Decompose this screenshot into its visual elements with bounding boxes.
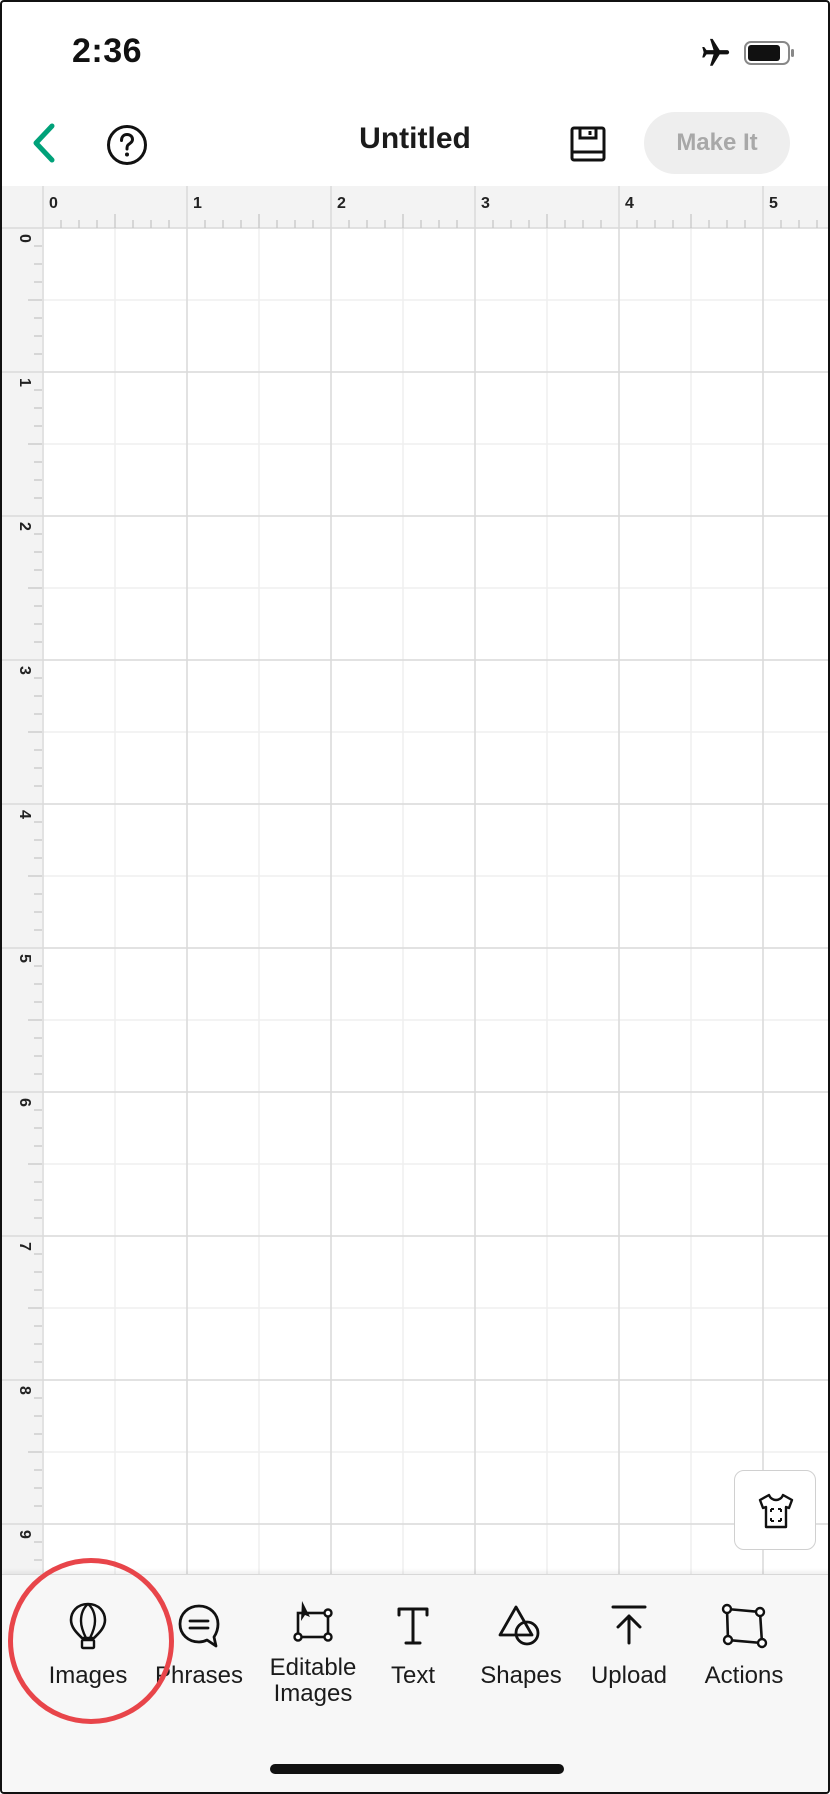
make-it-button[interactable]: Make It	[644, 112, 790, 174]
ruler-x-label: 1	[193, 195, 202, 212]
text-t-icon	[397, 1607, 429, 1645]
toolbar-editable-images-button[interactable]: Editable Images	[254, 1597, 372, 1727]
ruler-y-label: 4	[16, 810, 33, 819]
status-bar: 2:36	[2, 2, 828, 102]
ruler-y-label: 5	[16, 954, 33, 963]
save-floppy-icon[interactable]	[570, 126, 606, 162]
vertical-ruler	[2, 186, 42, 1574]
ruler-y-label: 1	[16, 378, 33, 387]
product-preview-button[interactable]	[734, 1470, 816, 1550]
horizontal-ruler	[2, 186, 828, 228]
ruler-y-label: 6	[16, 1098, 33, 1107]
ruler-x-label: 0	[49, 195, 58, 212]
top-bar: Untitled Make It	[2, 102, 828, 186]
app-frame: 2:36 Untitled Make It 0 1 2 3 4 5 0 1 2 3 4 5 6 7 8…	[0, 0, 830, 1794]
toolbar-upload-button[interactable]: Upload	[580, 1601, 678, 1731]
ruler-y-label: 7	[16, 1242, 33, 1251]
images-highlight-circle	[8, 1558, 174, 1724]
tshirt-icon	[758, 1493, 794, 1529]
ruler-x-label: 3	[481, 195, 490, 212]
ruler-y-label: 9	[16, 1530, 33, 1539]
ruler-x-label: 5	[769, 195, 778, 212]
toolbar-label-upload: Upload	[590, 1662, 668, 1689]
speech-bubble-icon	[178, 1604, 220, 1648]
canvas-grid: 0 1 2 3 4 5 0 1 2 3 4 5 6 7 8 9	[2, 186, 828, 1574]
toolbar-shapes-button[interactable]: Shapes	[468, 1601, 574, 1731]
toolbar-label-editable-images: Editable Images	[254, 1655, 372, 1707]
status-time: 2:36	[72, 32, 143, 70]
home-indicator[interactable]	[270, 1764, 564, 1774]
toolbar-label-editable-line1: Editable	[269, 1654, 357, 1681]
toolbar-actions-button[interactable]: Actions	[692, 1601, 796, 1731]
editable-shape-icon	[293, 1601, 333, 1642]
upload-icon	[611, 1605, 647, 1645]
airplane-mode-icon	[702, 38, 730, 66]
ruler-x-label: 4	[625, 195, 634, 212]
ruler-y-label: 2	[16, 522, 33, 531]
toolbar-text-button[interactable]: Text	[372, 1601, 454, 1731]
toolbar-label-actions: Actions	[704, 1662, 784, 1689]
ruler-y-label: 0	[16, 234, 33, 243]
toolbar-label-text: Text	[390, 1662, 435, 1689]
ruler-y-label: 3	[16, 666, 33, 675]
ruler-y-label: 8	[16, 1386, 33, 1395]
design-canvas[interactable]: 0 1 2 3 4 5 0 1 2 3 4 5 6 7 8 9	[2, 186, 828, 1574]
ruler-x-label: 2	[337, 195, 346, 212]
actions-icon	[721, 1603, 768, 1649]
toolbar-label-shapes: Shapes	[480, 1662, 562, 1689]
shapes-icon	[498, 1605, 540, 1646]
battery-icon	[744, 41, 794, 65]
toolbar-label-editable-line2: Images	[273, 1680, 353, 1707]
